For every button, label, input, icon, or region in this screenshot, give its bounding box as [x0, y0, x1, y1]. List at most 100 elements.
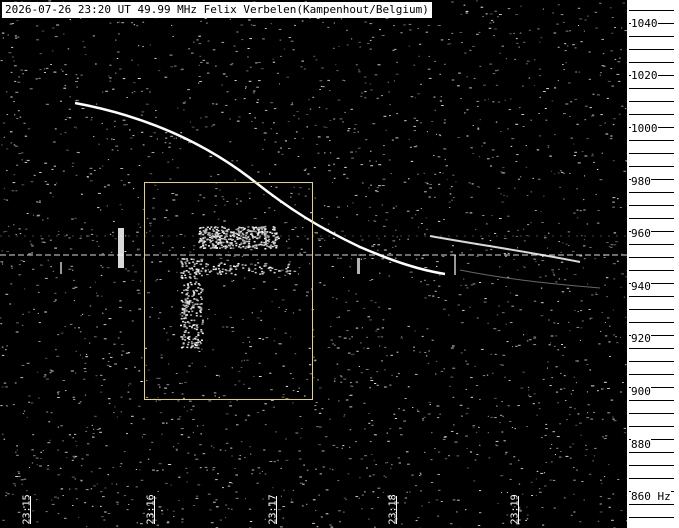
noise-dot	[494, 353, 497, 355]
noise-dot	[466, 262, 470, 264]
noise-dot	[140, 381, 144, 382]
noise-dot	[101, 266, 104, 268]
noise-dot	[244, 457, 246, 459]
noise-dot	[428, 501, 430, 503]
noise-dot	[50, 412, 53, 414]
noise-dot	[116, 416, 118, 418]
noise-dot	[126, 433, 128, 435]
noise-dot	[381, 327, 384, 329]
noise-dot	[355, 327, 359, 329]
noise-dot	[573, 493, 575, 495]
noise-dot	[80, 479, 83, 481]
noise-dot	[245, 86, 247, 88]
noise-dot	[26, 490, 28, 492]
noise-dot	[608, 341, 611, 343]
noise-dot	[234, 80, 237, 81]
freq-label: 980	[631, 175, 651, 188]
noise-dot	[587, 412, 589, 414]
noise-dot	[373, 244, 376, 245]
burst-echo	[118, 228, 124, 268]
noise-dot	[613, 420, 617, 422]
noise-dot	[616, 73, 620, 75]
noise-dot	[509, 478, 512, 480]
noise-dot	[221, 41, 225, 43]
noise-dot	[177, 443, 179, 444]
noise-dot	[269, 461, 273, 462]
noise-dot	[94, 415, 97, 417]
noise-dot	[47, 442, 51, 444]
noise-dot	[115, 145, 119, 147]
noise-dot	[330, 339, 333, 341]
noise-dot	[117, 21, 121, 23]
noise-dot	[23, 478, 27, 480]
noise-dot	[538, 264, 540, 266]
noise-dot	[520, 5, 522, 7]
noise-dot	[499, 52, 502, 54]
noise-dot	[404, 502, 406, 504]
noise-dot	[558, 456, 562, 458]
noise-dot	[57, 397, 60, 398]
noise-dot	[136, 249, 139, 251]
noise-dot	[383, 115, 387, 117]
noise-dot	[514, 58, 516, 60]
noise-dot	[488, 27, 492, 29]
noise-dot	[236, 31, 239, 33]
noise-dot	[434, 448, 436, 449]
noise-dot	[526, 195, 529, 196]
noise-speckle	[0, 0, 627, 528]
noise-dot	[264, 473, 267, 475]
noise-dot	[533, 344, 537, 346]
noise-dot	[302, 483, 305, 485]
noise-dot	[540, 302, 544, 304]
noise-dot	[109, 80, 112, 82]
noise-dot	[412, 407, 414, 408]
selection-box[interactable]	[144, 182, 313, 400]
noise-dot	[100, 265, 102, 267]
spectrogram-plot[interactable]: 2026-07-26 23:20 UT 49.99 MHz Felix Verb…	[0, 0, 627, 528]
noise-dot	[139, 469, 141, 471]
noise-dot	[120, 344, 124, 345]
noise-dot	[514, 428, 516, 430]
noise-dot	[389, 104, 391, 106]
noise-dot	[563, 497, 566, 499]
noise-dot	[417, 173, 419, 175]
noise-dot	[533, 300, 537, 302]
noise-dot	[617, 479, 620, 480]
noise-dot	[185, 467, 188, 469]
noise-dot	[175, 137, 177, 139]
noise-dot	[138, 165, 141, 166]
noise-dot	[122, 78, 126, 80]
noise-dot	[346, 177, 349, 179]
time-label: 23:15	[21, 494, 33, 525]
noise-dot	[328, 164, 331, 166]
noise-dot	[64, 326, 67, 327]
noise-dot	[617, 198, 619, 200]
noise-dot	[555, 366, 558, 368]
noise-dot	[451, 245, 454, 247]
noise-dot	[426, 355, 428, 357]
noise-dot	[491, 215, 493, 217]
noise-dot	[452, 345, 455, 347]
noise-dot	[142, 46, 144, 48]
noise-dot	[391, 139, 394, 141]
noise-dot	[619, 57, 621, 59]
noise-dot	[388, 159, 391, 161]
noise-dot	[120, 411, 122, 413]
noise-dot	[359, 46, 362, 48]
noise-dot	[513, 259, 515, 260]
noise-dot	[590, 317, 593, 319]
noise-dot	[99, 431, 102, 433]
noise-dot	[346, 330, 349, 332]
noise-dot	[395, 137, 399, 139]
noise-dot	[584, 359, 588, 361]
noise-dot	[500, 193, 502, 195]
noise-dot	[187, 89, 190, 91]
noise-dot	[264, 109, 268, 111]
noise-dot	[67, 48, 70, 50]
noise-dot	[428, 68, 431, 70]
noise-dot	[327, 206, 330, 208]
noise-dot	[16, 449, 18, 451]
noise-dot	[497, 187, 501, 189]
noise-dot	[57, 391, 60, 393]
noise-dot	[320, 85, 323, 87]
